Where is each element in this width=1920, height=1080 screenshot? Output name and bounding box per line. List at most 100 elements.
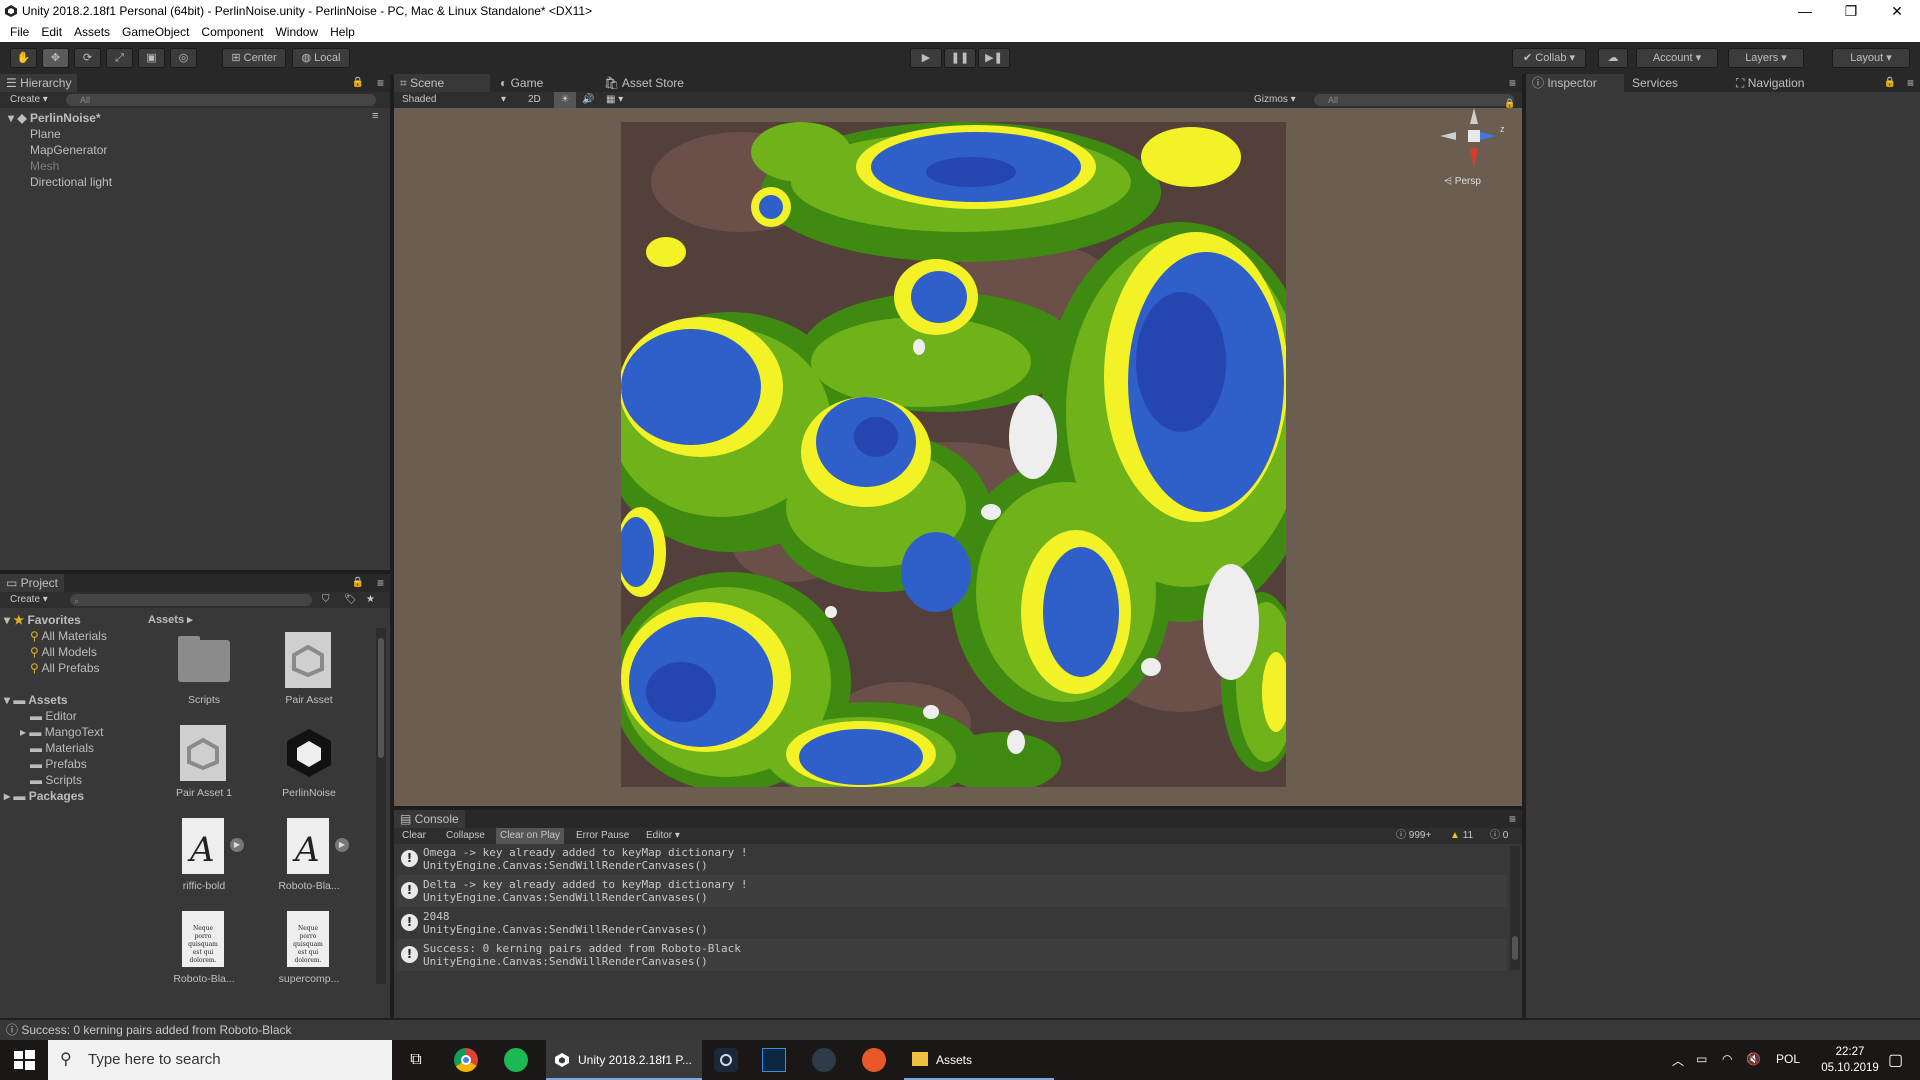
asset-roboto-black-font[interactable]: A ▶ Roboto-Bla... bbox=[264, 818, 354, 892]
play-button[interactable]: ▶ bbox=[910, 48, 942, 68]
asset-supercomp[interactable]: Neque porro quisquam est qui dolorem. su… bbox=[264, 911, 354, 985]
tab-project[interactable]: ▭ Project bbox=[0, 574, 65, 592]
panel-menu-icon[interactable]: ≡ bbox=[377, 74, 384, 92]
console-collapse-button[interactable]: Collapse bbox=[446, 828, 485, 844]
perlin-noise-map[interactable] bbox=[601, 122, 1321, 802]
taskbar-search-input[interactable]: ⚲ Type here to search bbox=[48, 1040, 392, 1080]
task-view-icon[interactable]: ⧉ bbox=[404, 1048, 428, 1072]
panel-menu-icon[interactable]: ≡ bbox=[1907, 74, 1914, 92]
taskbar-clock[interactable]: 22:27 05.10.2019 bbox=[1820, 1044, 1880, 1076]
tab-services[interactable]: Services bbox=[1626, 74, 1684, 92]
console-clear-button[interactable]: Clear bbox=[402, 828, 426, 844]
transform-tool-button[interactable]: ◎ bbox=[170, 48, 197, 68]
collab-button[interactable]: ✔ Collab ▾ bbox=[1512, 48, 1586, 68]
console-clear-on-play-toggle[interactable]: Clear on Play bbox=[496, 828, 565, 844]
move-tool-button[interactable]: ✥ bbox=[42, 48, 69, 68]
play-icon[interactable]: ▶ bbox=[230, 838, 244, 852]
battery-icon[interactable]: ▭ bbox=[1696, 1052, 1707, 1066]
console-log-entry[interactable]: ! 2048 UnityEngine.Canvas:SendWillRender… bbox=[397, 907, 1507, 939]
folder-prefabs[interactable]: ▬ Prefabs bbox=[30, 756, 87, 772]
layers-dropdown[interactable]: Layers ▾ bbox=[1728, 48, 1804, 68]
rect-tool-button[interactable]: ▣ bbox=[138, 48, 165, 68]
tab-hierarchy[interactable]: ☰ Hierarchy bbox=[0, 74, 78, 92]
close-button[interactable]: ✕ bbox=[1874, 0, 1920, 22]
info-count-toggle[interactable]: ⓘ 999+ bbox=[1396, 828, 1431, 844]
filter-type-icon[interactable]: ⛉ bbox=[322, 592, 330, 608]
tab-inspector[interactable]: ⓘ Inspector bbox=[1526, 74, 1624, 92]
volume-muted-icon[interactable]: 🔇 bbox=[1746, 1052, 1761, 1066]
menu-edit[interactable]: Edit bbox=[35, 22, 68, 42]
packages-folder[interactable]: ▸ ▬ Packages bbox=[4, 788, 84, 804]
console-editor-dropdown[interactable]: Editor ▾ bbox=[646, 828, 680, 844]
folder-editor[interactable]: ▬ Editor bbox=[30, 708, 77, 724]
hierarchy-create-button[interactable]: Create ▾ bbox=[10, 92, 48, 108]
taskbar-explorer-app[interactable]: Assets bbox=[904, 1040, 1054, 1080]
menu-gameobject[interactable]: GameObject bbox=[116, 22, 195, 42]
perspective-toggle[interactable]: ⩤ Persp bbox=[1444, 176, 1481, 187]
gizmo-lock-icon[interactable]: 🔒 bbox=[1504, 98, 1515, 109]
menu-window[interactable]: Window bbox=[269, 22, 324, 42]
favorite-all-prefabs[interactable]: ⚲ All Prefabs bbox=[30, 660, 100, 676]
scale-tool-button[interactable]: ⤢ bbox=[106, 48, 133, 68]
console-log-entry[interactable]: ! Delta -> key already added to keyMap d… bbox=[397, 875, 1507, 907]
scene-orientation-gizmo[interactable]: z ⩤ Persp bbox=[1434, 104, 1514, 194]
play-icon[interactable]: ▶ bbox=[335, 838, 349, 852]
favorite-all-models[interactable]: ⚲ All Models bbox=[30, 644, 97, 660]
lock-icon[interactable]: 🔒 bbox=[352, 574, 364, 592]
hand-tool-button[interactable]: ✋ bbox=[10, 48, 37, 68]
tab-scene[interactable]: ⌗ Scene bbox=[394, 74, 490, 92]
step-button[interactable]: ▶❚ bbox=[978, 48, 1010, 68]
pause-button[interactable]: ❚❚ bbox=[944, 48, 976, 68]
layout-dropdown[interactable]: Layout ▾ bbox=[1832, 48, 1910, 68]
blender-app-icon[interactable] bbox=[762, 1048, 786, 1072]
console-scrollbar[interactable] bbox=[1510, 846, 1520, 970]
taskbar-unity-app[interactable]: Unity 2018.2.18f1 P... bbox=[546, 1040, 702, 1080]
tab-console[interactable]: ▤ Console bbox=[394, 810, 465, 828]
app-icon[interactable] bbox=[812, 1048, 836, 1072]
hierarchy-item-directional-light[interactable]: Directional light bbox=[30, 174, 112, 190]
breadcrumb[interactable]: Assets ▸ bbox=[148, 612, 193, 628]
asset-scripts[interactable]: Scripts bbox=[159, 632, 249, 706]
rotate-tool-button[interactable]: ⟳ bbox=[74, 48, 101, 68]
pivot-toggle[interactable]: ⊞ Center bbox=[222, 48, 286, 68]
shading-mode-dropdown[interactable]: Shaded ▾ bbox=[402, 92, 506, 108]
folder-mangotext[interactable]: ▸ ▬ MangoText bbox=[20, 724, 103, 740]
hierarchy-item-mesh[interactable]: Mesh bbox=[30, 158, 59, 174]
asset-riffic-bold[interactable]: A ▶ riffic-bold bbox=[159, 818, 249, 892]
windows-start-icon[interactable] bbox=[12, 1048, 36, 1072]
origin-icon[interactable] bbox=[862, 1048, 886, 1072]
favorites-header[interactable]: ▾ ★ Favorites bbox=[4, 612, 81, 628]
audio-toggle-icon[interactable]: 🔊 bbox=[582, 92, 594, 108]
cloud-button[interactable]: ☁ bbox=[1598, 48, 1628, 68]
project-search-input[interactable]: ⌕ bbox=[70, 594, 312, 606]
panel-menu-icon[interactable]: ≡ bbox=[377, 574, 384, 592]
panel-menu-icon[interactable]: ≡ bbox=[1509, 810, 1516, 828]
console-error-pause-toggle[interactable]: Error Pause bbox=[576, 828, 629, 844]
hierarchy-item-plane[interactable]: Plane bbox=[30, 126, 61, 142]
scene-root[interactable]: ▾ ◆ PerlinNoise* bbox=[8, 110, 101, 126]
project-create-button[interactable]: Create ▾ bbox=[10, 592, 48, 608]
favorite-star-icon[interactable]: ★ bbox=[366, 592, 375, 608]
asset-perlinnoise-scene[interactable]: PerlinNoise bbox=[264, 725, 354, 799]
maximize-button[interactable]: ❐ bbox=[1828, 0, 1874, 22]
notification-center-icon[interactable]: ▢ bbox=[1888, 1050, 1903, 1070]
favorite-all-materials[interactable]: ⚲ All Materials bbox=[30, 628, 107, 644]
folder-scripts[interactable]: ▬ Scripts bbox=[30, 772, 82, 788]
account-dropdown[interactable]: Account ▾ bbox=[1636, 48, 1718, 68]
folder-materials[interactable]: ▬ Materials bbox=[30, 740, 94, 756]
menu-assets[interactable]: Assets bbox=[68, 22, 116, 42]
menu-help[interactable]: Help bbox=[324, 22, 361, 42]
space-toggle[interactable]: ◍ Local bbox=[292, 48, 350, 68]
menu-component[interactable]: Component bbox=[195, 22, 269, 42]
wifi-icon[interactable]: ◠ bbox=[1722, 1052, 1732, 1066]
tab-navigation[interactable]: ⛶ Navigation bbox=[1730, 74, 1810, 92]
console-log-entry[interactable]: ! Success: 0 kerning pairs added from Ro… bbox=[397, 939, 1507, 971]
status-bar[interactable]: ⓘ Success: 0 kerning pairs added from Ro… bbox=[0, 1020, 1920, 1040]
2d-toggle[interactable]: 2D bbox=[528, 92, 541, 108]
asset-roboto-black-sdf[interactable]: Neque porro quisquam est qui dolorem. Ro… bbox=[159, 911, 249, 985]
input-language-indicator[interactable]: POL bbox=[1776, 1052, 1800, 1066]
asset-pair-asset[interactable]: Pair Asset bbox=[264, 632, 354, 706]
asset-pair-asset-1[interactable]: Pair Asset 1 bbox=[159, 725, 249, 799]
chrome-icon[interactable] bbox=[454, 1048, 478, 1072]
lock-icon[interactable]: 🔒 bbox=[352, 74, 364, 92]
